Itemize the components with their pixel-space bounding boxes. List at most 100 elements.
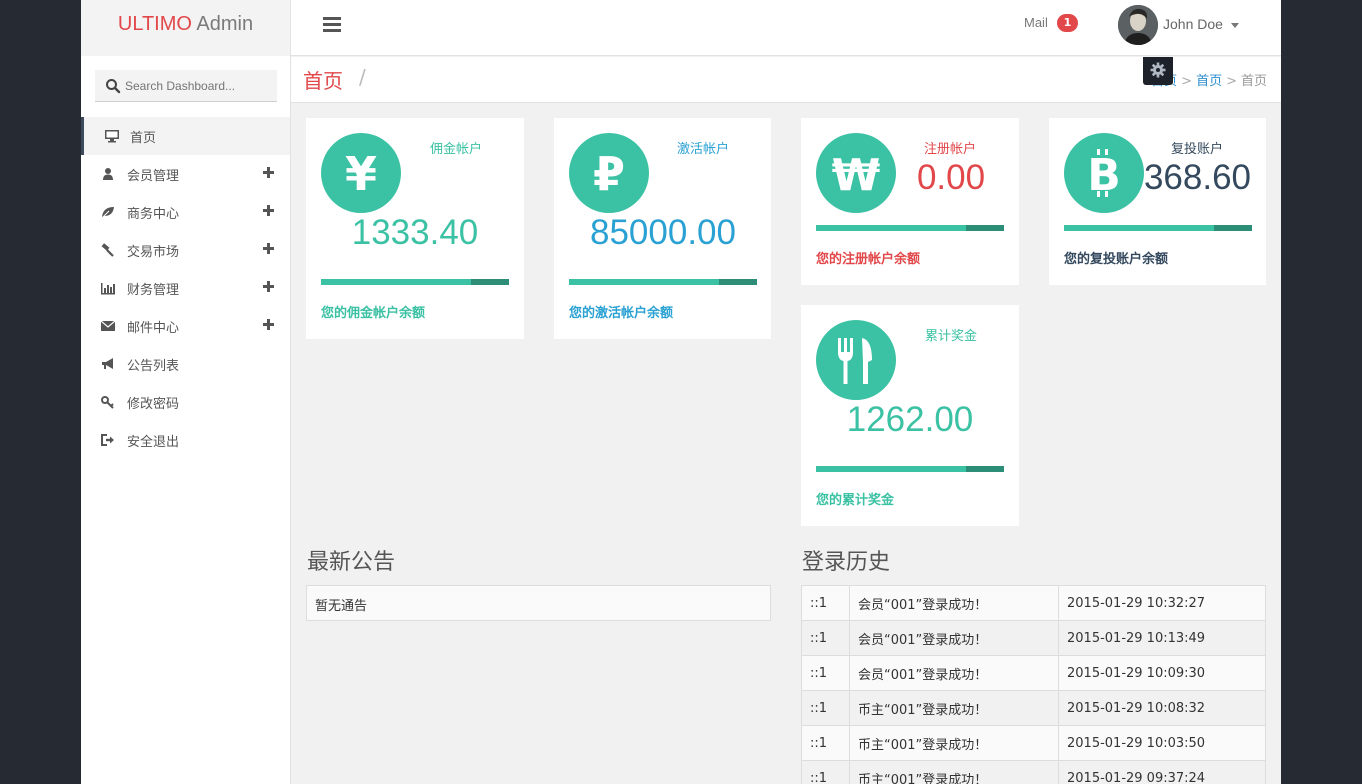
progress-bar [1064,225,1252,231]
ip-cell: ::1 [801,585,850,621]
sidebar-item-finance[interactable]: 财务管理 [81,269,290,307]
sidebar-item-mail[interactable]: 邮件中心 [81,307,290,345]
top-bar: Mail 1 John Doe [291,0,1281,56]
sidebar-item-business[interactable]: 商务中心 [81,193,290,231]
chevron-down-icon[interactable] [1231,23,1239,28]
brand-logo[interactable]: ULTIMO Admin [81,0,290,56]
table-row: ::1 币主“001”登录成功！ 2015-01-29 09:37:24 [801,760,1266,784]
sidebar-item-label: 商务中心 [127,207,180,222]
mail-count-badge[interactable]: 1 [1057,14,1078,32]
sidebar-item-label: 修改密码 [127,397,180,412]
table-row: ::1 会员“001”登录成功！ 2015-01-29 10:32:27 [801,585,1266,621]
expand-plus-icon[interactable] [263,319,274,330]
sidebar-nav: 首页 会员管理 商务中心 交易市场 财务管理 邮件中心 公告列表 修改密码 安全… [81,117,290,459]
progress-fill [569,279,720,285]
announcement-empty-text: 暂无通告 [315,599,368,614]
cutlery-icon [816,320,896,400]
card-description: 您的复投账户余额 [1064,252,1169,267]
ip-cell: ::1 [801,725,850,761]
message-cell: 会员“001”登录成功！ [849,655,1059,691]
card-value: 0.00 [916,158,986,197]
expand-plus-icon[interactable] [263,167,274,178]
time-cell: 2015-01-29 10:32:27 [1058,585,1266,621]
menu-toggle-icon[interactable] [323,17,341,33]
gavel-icon [101,243,115,257]
stat-card-commission: ¥ 佣金帐户 1333.40 您的佣金帐户余额 [306,118,524,339]
card-value: 85000.00 [590,213,736,252]
table-row: ::1 会员“001”登录成功！ 2015-01-29 10:09:30 [801,655,1266,691]
envelope-icon [100,319,116,333]
card-title: 复投账户 [1171,142,1224,157]
message-cell: 会员“001”登录成功！ [849,620,1059,656]
sidebar-item-announcements[interactable]: 公告列表 [81,345,290,383]
sidebar-item-label: 交易市场 [127,245,180,260]
progress-bar [816,466,1004,472]
page-title-divider: / [359,65,366,89]
progress-fill [1064,225,1215,231]
stat-card-registration: ₩ 注册帐户 0.00 您的注册帐户余额 [801,118,1019,285]
card-title: 注册帐户 [924,142,977,157]
progress-fill [816,225,967,231]
yen-icon: ¥ [321,133,401,213]
card-description: 您的累计奖金 [816,493,895,508]
ip-cell: ::1 [801,760,850,784]
card-description: 您的佣金帐户余额 [321,306,426,321]
announcements-title: 最新公告 [307,550,396,575]
login-history-table: ::1 会员“001”登录成功！ 2015-01-29 10:32:27::1 会员“… [801,585,1266,784]
settings-button[interactable] [1143,57,1173,85]
card-value: 1262.00 [846,400,974,439]
sidebar-item-home[interactable]: 首页 [81,117,290,155]
progress-fill [321,279,472,285]
bullhorn-icon [101,357,115,371]
breadcrumb-separator: > [1226,74,1237,89]
stat-card-activation: ₽ 激活帐户 85000.00 您的激活帐户余额 [554,118,771,339]
leaf-icon [101,205,115,219]
table-row: ::1 会员“001”登录成功！ 2015-01-29 10:13:49 [801,620,1266,656]
sign-out-icon [101,433,115,447]
sidebar-item-members[interactable]: 会员管理 [81,155,290,193]
expand-plus-icon[interactable] [263,281,274,292]
avatar[interactable] [1118,5,1158,45]
table-row: ::1 币主“001”登录成功！ 2015-01-29 10:08:32 [801,690,1266,726]
breadcrumb-link[interactable]: 首页 [1196,74,1222,89]
brand-name-secondary: Admin [191,13,254,35]
gear-icon [1150,62,1166,78]
card-title: 佣金帐户 [430,142,483,157]
ip-cell: ::1 [801,620,850,656]
stat-card-total-bonus: 累计奖金 1262.00 您的累计奖金 [801,305,1019,526]
sidebar-item-change-password[interactable]: 修改密码 [81,383,290,421]
announcement-list: 暂无通告 [306,585,771,621]
user-icon [101,167,115,181]
progress-bar [816,225,1004,231]
desktop-icon [105,129,119,143]
page-header: 首页 / 首页>首页>首页 [291,57,1281,103]
stat-card-reinvest: B 复投账户 368.60 您的复投账户余额 [1049,118,1266,285]
breadcrumb-current: 首页 [1240,74,1267,89]
message-cell: 币主“001”登录成功！ [849,725,1059,761]
sidebar-item-label: 邮件中心 [127,321,180,336]
time-cell: 2015-01-29 10:08:32 [1058,690,1266,726]
expand-plus-icon[interactable] [263,205,274,216]
search-input[interactable] [125,76,273,96]
message-cell: 币主“001”登录成功！ [849,690,1059,726]
progress-bar [569,279,757,285]
sidebar-item-logout[interactable]: 安全退出 [81,421,290,459]
card-title: 累计奖金 [925,329,978,344]
sidebar: ULTIMO Admin 首页 会员管理 商务中心 [81,0,291,784]
expand-plus-icon[interactable] [263,243,274,254]
card-value: 368.60 [1143,158,1252,197]
key-icon [101,395,115,409]
search-icon[interactable] [105,78,121,94]
sidebar-item-market[interactable]: 交易市场 [81,231,290,269]
ip-cell: ::1 [801,690,850,726]
mail-link[interactable]: Mail [1024,15,1048,30]
table-row: ::1 币主“001”登录成功！ 2015-01-29 10:03:50 [801,725,1266,761]
user-name[interactable]: John Doe [1163,16,1223,32]
progress-bar [321,279,509,285]
card-value: 1333.40 [351,213,479,252]
time-cell: 2015-01-29 10:03:50 [1058,725,1266,761]
breadcrumb-separator: > [1181,74,1193,89]
ruble-icon: ₽ [569,133,649,213]
svg-text:₩: ₩ [832,150,881,201]
sidebar-item-label: 公告列表 [127,359,180,374]
